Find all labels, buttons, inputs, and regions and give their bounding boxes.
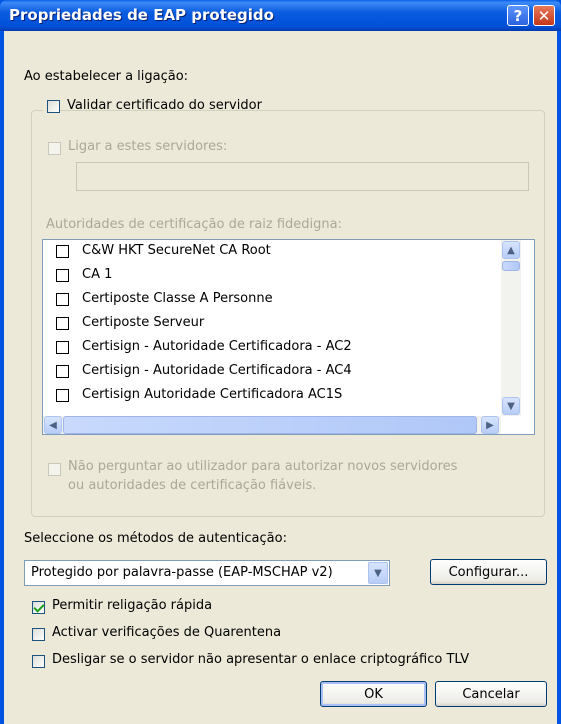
auth-method-label: Seleccione os métodos de autenticação: xyxy=(24,531,287,546)
ca-label: Certisign - Autoridade Certificadora - A… xyxy=(82,363,352,378)
no-prompt-label-line2: ou autoridades de certificação fiáveis. xyxy=(68,478,317,493)
cancel-button[interactable]: Cancelar xyxy=(435,681,547,707)
connect-servers-checkbox[interactable] xyxy=(48,142,61,155)
window-title: Propriedades de EAP protegido xyxy=(9,6,274,24)
ca-label: Certisign - Autoridade Certificadora - A… xyxy=(82,339,352,354)
horizontal-scroll-thumb[interactable] xyxy=(63,416,477,434)
ca-label: C&W HKT SecureNet CA Root xyxy=(82,243,271,258)
help-button[interactable]: ? xyxy=(507,5,529,26)
validate-cert-option[interactable]: Validar certificado do servidor xyxy=(43,97,262,117)
vertical-scroll-thumb[interactable] xyxy=(502,261,520,271)
auth-method-select[interactable]: Protegido por palavra-passe (EAP-MSCHAP … xyxy=(24,560,390,586)
ok-button[interactable]: OK xyxy=(320,681,427,707)
list-item[interactable]: Certiposte Serveur xyxy=(43,312,498,336)
dialog-window: Propriedades de EAP protegido ? ✕ Ao est… xyxy=(0,0,561,724)
configure-button[interactable]: Configurar... xyxy=(430,559,547,585)
no-prompt-checkbox[interactable] xyxy=(48,463,61,476)
list-item[interactable]: Certisign Autoridade Certificadora AC1S xyxy=(43,384,498,408)
ca-checkbox[interactable] xyxy=(56,245,69,258)
chevron-down-icon: ▼ xyxy=(374,567,382,579)
list-item[interactable]: CA 1 xyxy=(43,264,498,288)
horizontal-scrollbar[interactable]: ◀ ▶ xyxy=(43,416,501,434)
chevron-down-icon: ▼ xyxy=(507,400,515,412)
vertical-scrollbar[interactable]: ▲ ▼ xyxy=(501,240,521,416)
fast-reconnect-label[interactable]: Permitir religação rápida xyxy=(52,598,212,613)
ca-label: Certiposte Serveur xyxy=(82,315,205,330)
chevron-left-icon: ◀ xyxy=(49,419,57,431)
ca-checkbox[interactable] xyxy=(56,293,69,306)
scroll-right-button[interactable]: ▶ xyxy=(481,416,499,434)
scroll-down-button[interactable]: ▼ xyxy=(502,397,520,415)
connect-servers-label: Ligar a estes servidores: xyxy=(68,139,228,154)
root-ca-listbox[interactable]: C&W HKT SecureNet CA Root CA 1 Certipost… xyxy=(42,239,535,435)
list-item[interactable]: C&W HKT SecureNet CA Root xyxy=(43,240,498,264)
chevron-up-icon: ▲ xyxy=(507,244,515,256)
connection-heading: Ao estabelecer a ligação: xyxy=(24,69,189,84)
chevron-right-icon: ▶ xyxy=(486,419,494,431)
close-icon: ✕ xyxy=(537,6,551,25)
list-item[interactable]: Certisign - Autoridade Certificadora - A… xyxy=(43,336,498,360)
ca-checkbox[interactable] xyxy=(56,365,69,378)
ca-label: Certiposte Classe A Personne xyxy=(82,291,273,306)
scroll-left-button[interactable]: ◀ xyxy=(44,416,62,434)
help-icon: ? xyxy=(513,6,523,25)
dialog-body: Ao estabelecer a ligação: Validar certif… xyxy=(4,31,557,724)
ca-checkbox[interactable] xyxy=(56,389,69,402)
ca-label: CA 1 xyxy=(82,267,113,282)
scroll-up-button[interactable]: ▲ xyxy=(502,241,520,259)
close-button[interactable]: ✕ xyxy=(533,5,555,26)
root-ca-label: Autoridades de certificação de raiz fide… xyxy=(46,217,342,232)
list-item[interactable]: Certiposte Classe A Personne xyxy=(43,288,498,312)
ca-checkbox[interactable] xyxy=(56,269,69,282)
quarantine-checkbox[interactable] xyxy=(32,628,45,641)
no-prompt-label-line1: Não perguntar ao utilizador para autoriz… xyxy=(68,459,458,474)
ca-checkbox[interactable] xyxy=(56,341,69,354)
servers-input[interactable] xyxy=(76,162,529,191)
validate-cert-label[interactable]: Validar certificado do servidor xyxy=(67,98,262,113)
title-bar[interactable]: Propriedades de EAP protegido ? ✕ xyxy=(0,0,561,31)
tlv-checkbox[interactable] xyxy=(32,655,45,668)
list-item[interactable]: Certisign - Autoridade Certificadora - A… xyxy=(43,360,498,384)
tlv-label[interactable]: Desligar se o servidor não apresentar o … xyxy=(52,652,469,667)
fast-reconnect-checkbox[interactable] xyxy=(32,601,45,614)
dropdown-button[interactable]: ▼ xyxy=(368,562,388,584)
ca-checkbox[interactable] xyxy=(56,317,69,330)
validate-cert-checkbox[interactable] xyxy=(47,100,60,113)
quarantine-label[interactable]: Activar verificações de Quarentena xyxy=(52,625,281,640)
ca-label: Certisign Autoridade Certificadora AC1S xyxy=(82,387,343,402)
auth-method-value: Protegido por palavra-passe (EAP-MSCHAP … xyxy=(31,565,333,580)
